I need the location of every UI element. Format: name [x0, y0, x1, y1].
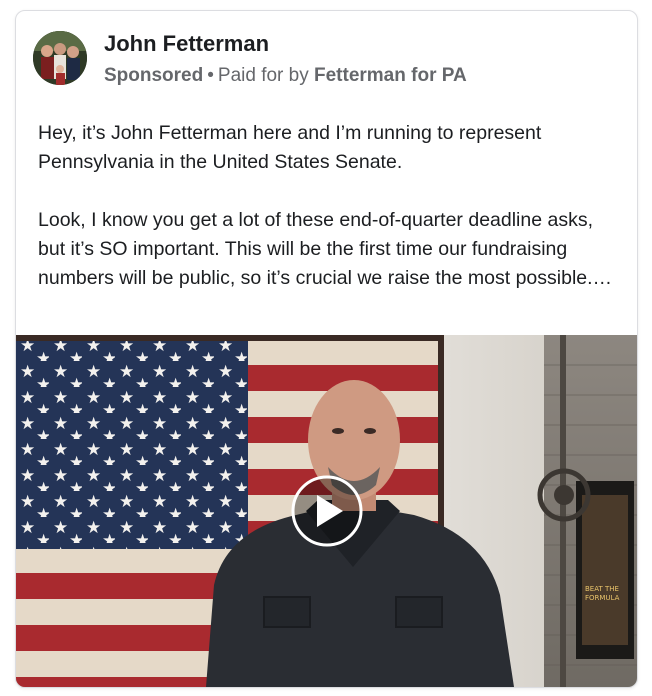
paid-for-prefix: Paid for by — [217, 65, 309, 86]
poster-text: BEAT THE — [585, 585, 619, 593]
video-player[interactable]: ★ ★ BEAT THE FORMULA — [16, 335, 637, 687]
post-paragraph: Look, I know you get a lot of these end-… — [38, 209, 613, 289]
paid-for-org[interactable]: Fetterman for PA — [314, 65, 467, 86]
sponsored-label[interactable]: Sponsored — [104, 65, 203, 86]
post-header: John Fetterman Sponsored • Paid for by Fet… — [16, 11, 637, 101]
video-thumbnail: ★ ★ BEAT THE FORMULA — [16, 335, 637, 687]
author-name[interactable]: John Fetterman — [104, 31, 269, 57]
author-avatar[interactable] — [33, 31, 87, 85]
post-paragraph: Hey, it’s John Fetterman here and I’m ru… — [38, 122, 542, 173]
post-body: Hey, it’s John Fetterman here and I’m ru… — [38, 119, 623, 293]
svg-text:FORMULA: FORMULA — [585, 594, 620, 602]
sponsor-meta: Sponsored • Paid for by Fetterman for PA — [104, 65, 467, 87]
sponsored-post-card: John Fetterman Sponsored • Paid for by Fet… — [15, 10, 638, 688]
play-icon[interactable] — [291, 475, 363, 547]
meta-separator: • — [207, 65, 214, 86]
